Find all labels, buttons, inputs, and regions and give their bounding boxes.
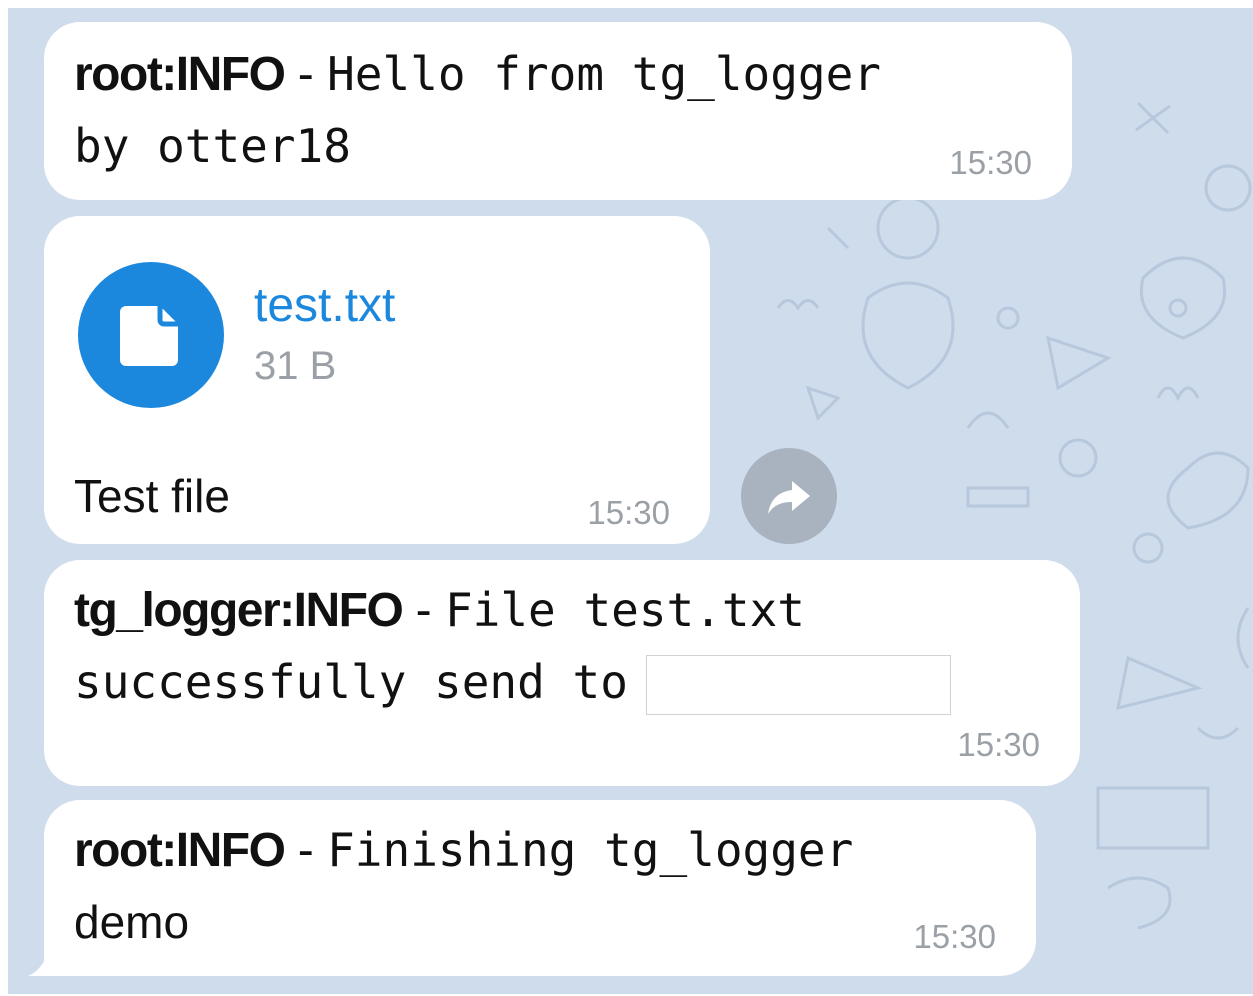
file-caption: Test file <box>74 470 230 522</box>
share-button[interactable] <box>741 448 837 544</box>
file-download-button[interactable] <box>78 262 224 408</box>
log-message: File test.txt <box>444 583 805 637</box>
message-text-line: root:INFO - Finishing tg_logger <box>74 820 853 881</box>
message-text-line: tg_logger:INFO - File test.txt <box>74 580 805 641</box>
log-level: tg_logger:INFO <box>74 584 404 637</box>
log-message-continuation: by otter18 <box>74 119 351 173</box>
log-message-continuation: demo <box>74 896 190 948</box>
bubble-tail <box>28 946 50 976</box>
share-arrow-icon <box>768 481 810 514</box>
log-separator: - <box>284 48 328 101</box>
log-level: root:INFO <box>74 48 286 101</box>
message-bubble[interactable]: root:INFO - Hello from tg_logger by otte… <box>44 22 1072 200</box>
message-timestamp: 15:30 <box>949 144 1032 181</box>
file-message-bubble[interactable]: test.txt 31 B Test file 15:30 <box>44 216 710 544</box>
message-text-line: successfully send to <box>74 652 951 716</box>
log-level: root:INFO <box>74 824 286 877</box>
message-text-line: root:INFO - Hello from tg_logger <box>74 44 881 105</box>
message-timestamp: 15:30 <box>957 726 1040 763</box>
message-timestamp: 15:30 <box>587 494 670 531</box>
message-bubble[interactable]: root:INFO - Finishing tg_logger demo 15:… <box>44 800 1036 976</box>
file-name-link[interactable]: test.txt <box>254 278 395 333</box>
file-size: 31 B <box>254 344 337 388</box>
log-separator: - <box>284 824 328 877</box>
log-message-continuation: successfully send to <box>74 655 628 709</box>
message-bubble[interactable]: tg_logger:INFO - File test.txt successfu… <box>44 560 1080 786</box>
log-message: Finishing tg_logger <box>327 823 854 877</box>
redacted-recipient <box>645 655 951 716</box>
document-icon <box>120 306 178 366</box>
log-separator: - <box>402 584 445 637</box>
chat-area: root:INFO - Hello from tg_logger by otte… <box>8 8 1253 994</box>
message-timestamp: 15:30 <box>913 918 996 955</box>
log-message: Hello from tg_logger <box>327 47 881 101</box>
